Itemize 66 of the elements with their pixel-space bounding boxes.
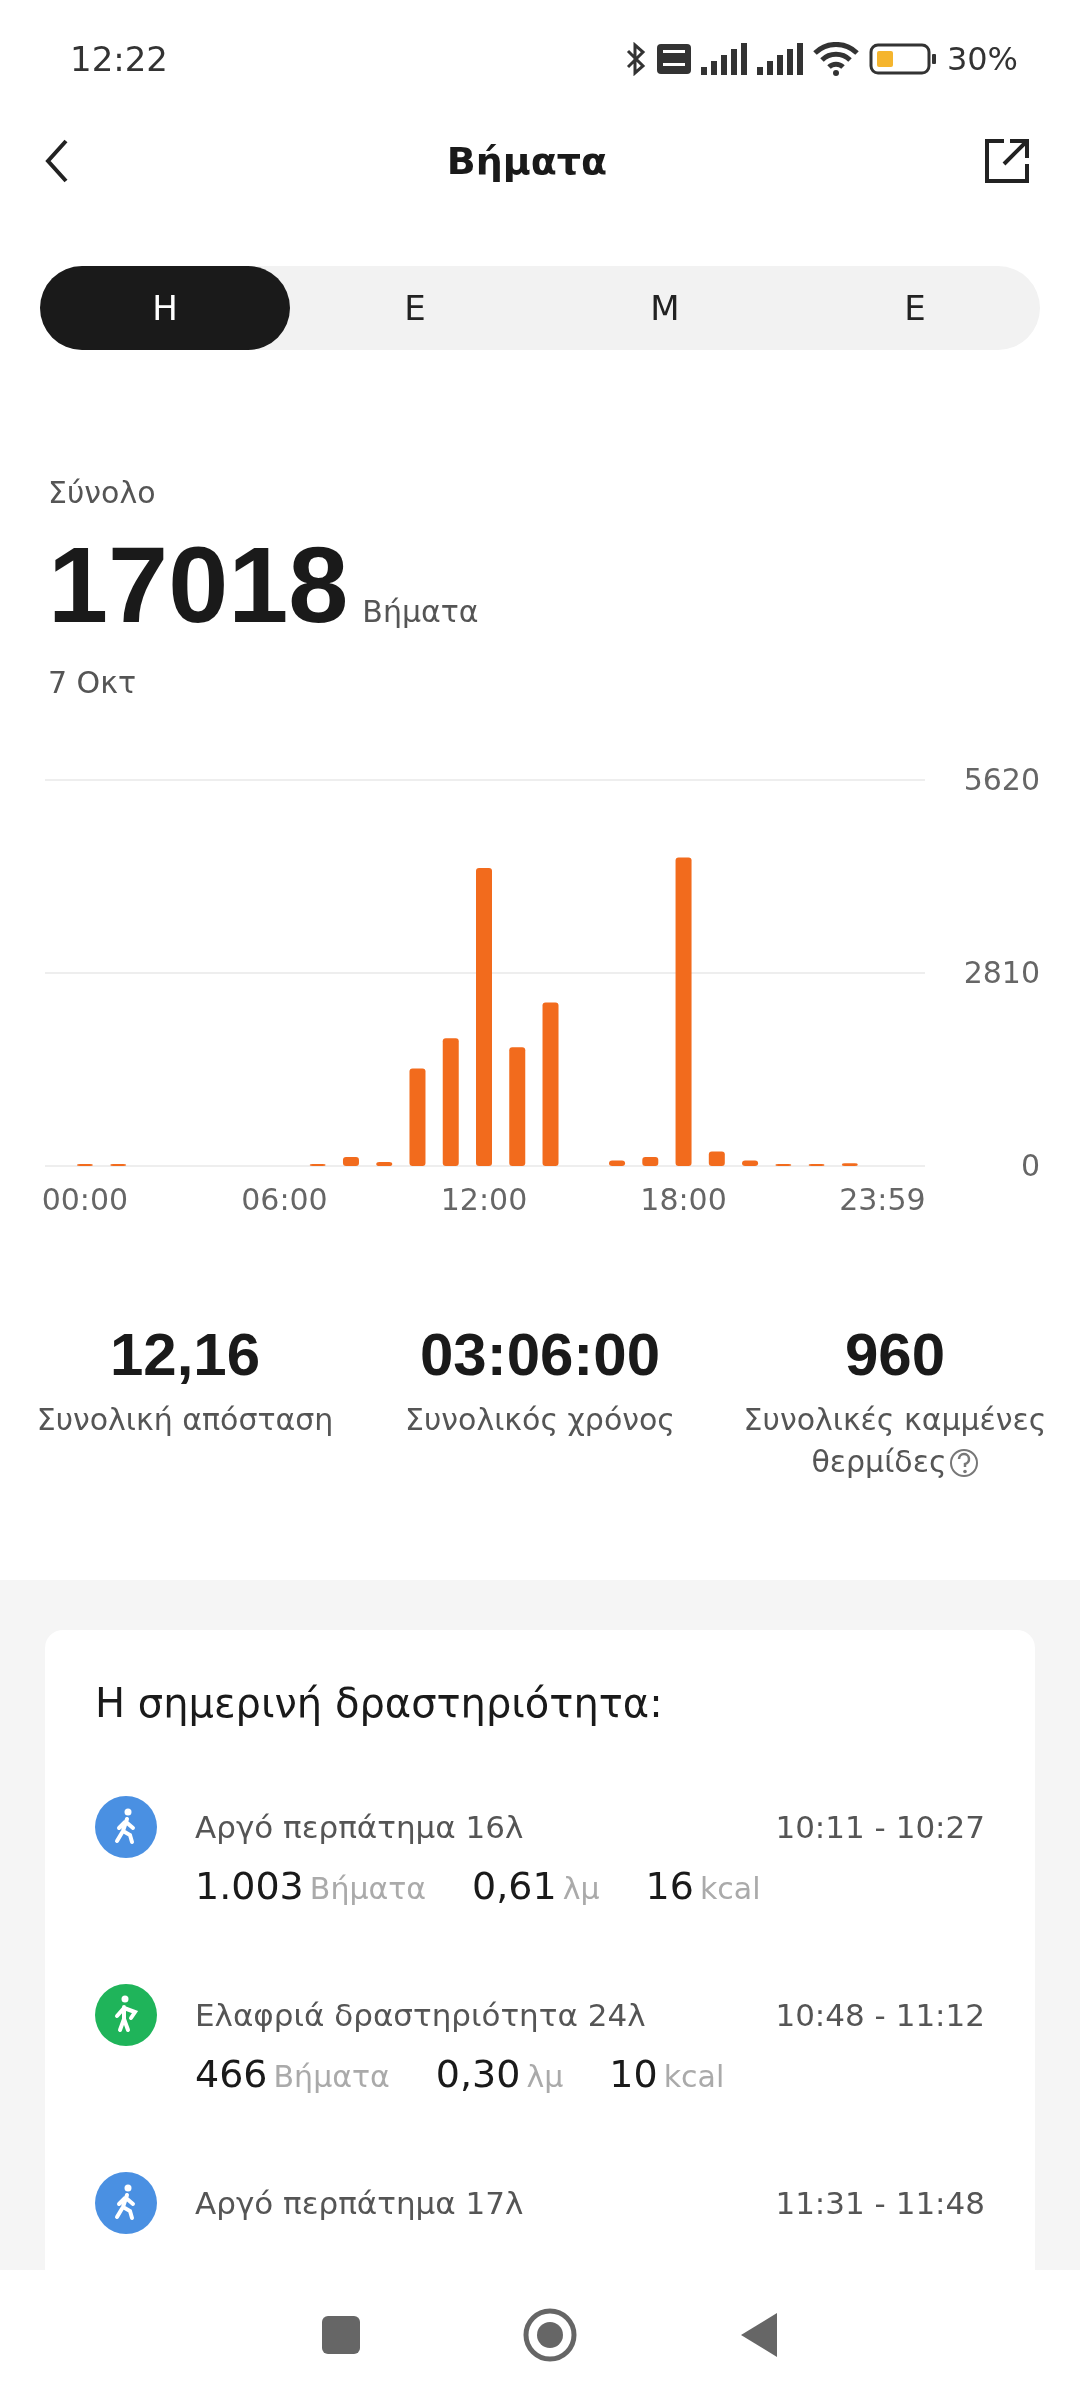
signal-icon xyxy=(756,43,803,75)
back-nav-icon[interactable] xyxy=(739,2311,780,2359)
steps-unit: Βήματα xyxy=(362,594,479,629)
step-bar xyxy=(309,1163,326,1166)
metric-value: 0,61 xyxy=(472,1863,557,1908)
bluetooth-icon xyxy=(624,42,647,76)
activity-name: Αργό περπάτημα 17λ xyxy=(195,2184,524,2221)
card-title: Η σημερινή δραστηριότητα: xyxy=(95,1679,664,1726)
metric-unit: kcal xyxy=(699,1870,761,1906)
x-tick-label: 00:00 xyxy=(41,1181,129,1217)
y-tick-label: 2810 xyxy=(963,954,1040,990)
metric-unit: Βήματα xyxy=(309,1870,427,1906)
period-tab[interactable]: Ε xyxy=(290,266,540,350)
step-bar xyxy=(376,1161,393,1166)
metric-value: 1.003 xyxy=(195,1863,304,1908)
step-bar xyxy=(742,1160,759,1166)
period-tab[interactable]: Η xyxy=(40,266,290,350)
total-label: Σύνολο xyxy=(48,475,157,510)
total-steps: 17018 xyxy=(48,526,349,645)
metric-value: 466 xyxy=(195,2051,268,2096)
help-icon[interactable] xyxy=(948,1448,979,1479)
activity-time: 10:48 - 11:12 xyxy=(775,1996,985,2033)
share-icon[interactable] xyxy=(982,136,1032,186)
period-tab[interactable]: Ε xyxy=(790,266,1040,350)
step-bar xyxy=(775,1163,792,1166)
status-time: 12:22 xyxy=(70,39,168,79)
step-bar xyxy=(642,1156,659,1166)
stat-label: Συνολικές καμμένες θερμίδες xyxy=(742,1400,1048,1481)
step-bar xyxy=(110,1163,127,1166)
metric-value: 0,30 xyxy=(435,2051,521,2096)
step-bar xyxy=(708,1151,725,1166)
page-title: Βήματα xyxy=(446,139,608,183)
step-bar xyxy=(841,1163,858,1166)
wifi-icon xyxy=(812,42,859,76)
battery-percent: 30% xyxy=(946,40,1018,78)
metric-unit: Βήματα xyxy=(273,2058,390,2094)
metric-unit: λμ xyxy=(562,1870,600,1906)
x-tick-label: 06:00 xyxy=(241,1181,328,1217)
activity-name: Αργό περπάτημα 16λ xyxy=(195,1808,524,1845)
signal-icon xyxy=(700,43,747,75)
stat-value: 03:06:00 xyxy=(419,1319,661,1389)
stat-label: Συνολικός χρόνος xyxy=(405,1400,675,1439)
stat-value: 960 xyxy=(844,1319,946,1389)
battery-icon xyxy=(868,43,937,75)
activity-name: Ελαφριά δραστηριότητα 24λ xyxy=(195,1996,646,2033)
metric-unit: kcal xyxy=(663,2058,725,2094)
date-label: 7 Οκτ xyxy=(48,664,137,700)
recents-icon[interactable] xyxy=(320,2315,361,2355)
x-tick-label: 12:00 xyxy=(440,1181,528,1217)
metric-unit: λμ xyxy=(526,2058,564,2094)
metric-value: 10 xyxy=(609,2051,658,2096)
stat-value: 12,16 xyxy=(109,1319,261,1389)
stat-label: Συνολική απόσταση xyxy=(36,1400,334,1439)
x-tick-label: 18:00 xyxy=(640,1181,727,1217)
home-icon[interactable] xyxy=(522,2307,578,2363)
activity-time: 10:11 - 10:27 xyxy=(775,1808,985,1845)
step-bar xyxy=(342,1156,359,1166)
y-tick-label: 0 xyxy=(1020,1147,1040,1183)
metric-value: 16 xyxy=(645,1863,694,1908)
step-bar xyxy=(609,1160,626,1166)
x-tick-label: 23:59 xyxy=(839,1181,926,1217)
period-tab[interactable]: Μ xyxy=(540,266,790,350)
step-bar xyxy=(76,1163,93,1166)
step-bar xyxy=(808,1163,825,1166)
activity-time: 11:31 - 11:48 xyxy=(775,2184,985,2221)
y-tick-label: 5620 xyxy=(963,761,1040,797)
